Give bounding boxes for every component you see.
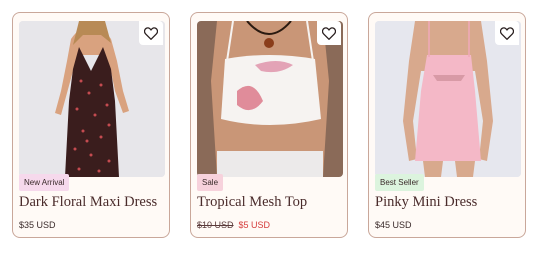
product-card-dark-floral-maxi-dress[interactable]: New Arrival Dark Floral Maxi Dress $35 U… (12, 12, 170, 238)
status-badge: New Arrival (19, 174, 70, 191)
heart-icon (322, 26, 336, 40)
favorite-button[interactable] (139, 21, 163, 45)
product-card-pinky-mini-dress[interactable]: Best Seller Pinky Mini Dress $45 USD (368, 12, 526, 238)
favorite-button[interactable] (495, 21, 519, 45)
product-price: $10 USD $5 USD (197, 220, 270, 230)
product-title[interactable]: Dark Floral Maxi Dress (19, 194, 165, 211)
product-title[interactable]: Pinky Mini Dress (375, 194, 521, 211)
heart-icon (500, 26, 514, 40)
heart-icon (144, 26, 158, 40)
product-price: $45 USD (375, 220, 412, 230)
product-title[interactable]: Tropical Mesh Top (197, 194, 343, 211)
status-badge: Sale (197, 174, 224, 191)
original-price: $10 USD (197, 220, 234, 230)
sale-price: $5 USD (238, 220, 271, 230)
favorite-button[interactable] (317, 21, 341, 45)
status-badge: Best Seller (375, 174, 424, 191)
product-price: $35 USD (19, 220, 56, 230)
product-card-tropical-mesh-top[interactable]: Sale Tropical Mesh Top $10 USD $5 USD (190, 12, 348, 238)
